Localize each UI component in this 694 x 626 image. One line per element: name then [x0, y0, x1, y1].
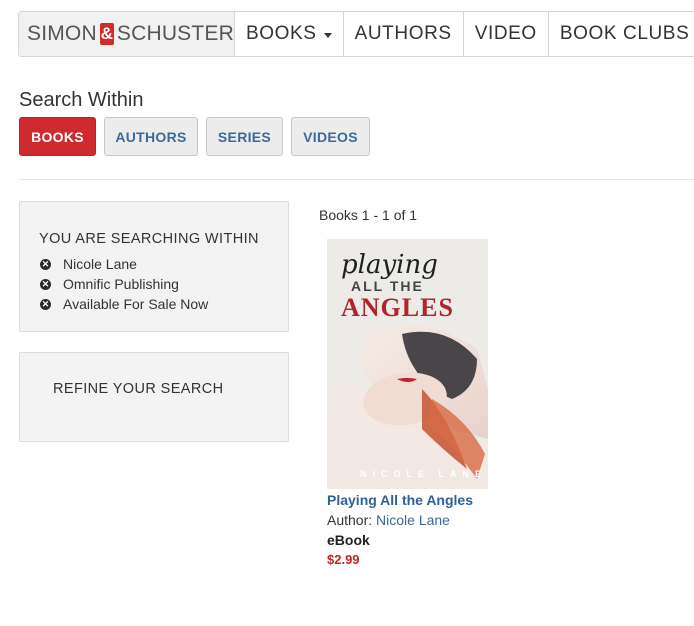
active-filters-list: ✕ Nicole Lane ✕ Omnific Publishing ✕ Ava…: [40, 254, 208, 314]
cover-title-small: ALL THE: [351, 278, 424, 294]
cover-title-script: playing: [341, 250, 438, 280]
nav-item-authors[interactable]: AUTHORS: [344, 12, 464, 56]
results-count: Books 1 - 1 of 1: [319, 207, 418, 223]
filter-label: Omnific Publishing: [63, 276, 179, 292]
nav-item-label: AUTHORS: [354, 23, 452, 44]
nav-item-label: BOOK CLUBS: [559, 23, 690, 44]
nav-item-books[interactable]: BOOKS: [235, 12, 344, 56]
book-format: eBook: [327, 532, 370, 548]
book-cover-image[interactable]: playing ALL THE ANGLES NICOLE LANE: [327, 239, 488, 489]
book-card: playing ALL THE ANGLES NICOLE LANE Playi…: [327, 239, 527, 567]
remove-filter-icon[interactable]: ✕: [40, 278, 51, 290]
nav-item-book-clubs[interactable]: BOOK CLUBS: [549, 12, 694, 56]
brand-ampersand: &: [99, 23, 114, 45]
refine-search-panel: REFINE YOUR SEARCH: [19, 352, 289, 442]
nav-item-video[interactable]: VIDEO: [464, 12, 549, 56]
search-within-tabs: BOOKS AUTHORS SERIES VIDEOS: [19, 117, 370, 156]
filter-item-publisher[interactable]: ✕ Omnific Publishing: [40, 274, 208, 294]
book-title-link[interactable]: Playing All the Angles: [327, 492, 527, 508]
top-navbar: SIMON & SCHUSTER BOOKS AUTHORS VIDEO BOO…: [18, 11, 694, 57]
tab-series[interactable]: SERIES: [206, 117, 283, 156]
searching-within-panel: YOU ARE SEARCHING WITHIN ✕ Nicole Lane ✕…: [19, 201, 289, 332]
filter-label: Nicole Lane: [63, 256, 137, 272]
section-divider: [19, 179, 694, 180]
remove-filter-icon[interactable]: ✕: [40, 258, 51, 270]
cover-author: NICOLE LANE: [360, 469, 487, 479]
tab-videos[interactable]: VIDEOS: [291, 117, 370, 156]
book-price: $2.99: [327, 552, 360, 567]
search-within-title: Search Within: [19, 89, 144, 111]
nav-item-label: VIDEO: [474, 23, 537, 44]
book-author-link[interactable]: Nicole Lane: [376, 512, 450, 528]
cover-title-big: ANGLES: [341, 293, 454, 322]
filter-label: Available For Sale Now: [63, 296, 209, 312]
refine-search-heading[interactable]: REFINE YOUR SEARCH: [53, 381, 224, 397]
caret-down-icon: [323, 32, 332, 38]
searching-within-heading: YOU ARE SEARCHING WITHIN: [39, 231, 259, 247]
filter-item-availability[interactable]: ✕ Available For Sale Now: [40, 294, 208, 314]
author-label: Author:: [327, 512, 373, 528]
tab-books[interactable]: BOOKS: [19, 117, 96, 156]
brand-logo[interactable]: SIMON & SCHUSTER: [19, 12, 235, 56]
remove-filter-icon[interactable]: ✕: [40, 298, 51, 310]
brand-left: SIMON: [27, 22, 97, 45]
book-author-line: Author: Nicole Lane: [327, 512, 527, 528]
tab-authors[interactable]: AUTHORS: [104, 117, 198, 156]
nav-item-label: BOOKS: [246, 23, 317, 44]
brand-right: SCHUSTER: [116, 22, 234, 45]
filter-item-author[interactable]: ✕ Nicole Lane: [40, 254, 208, 274]
